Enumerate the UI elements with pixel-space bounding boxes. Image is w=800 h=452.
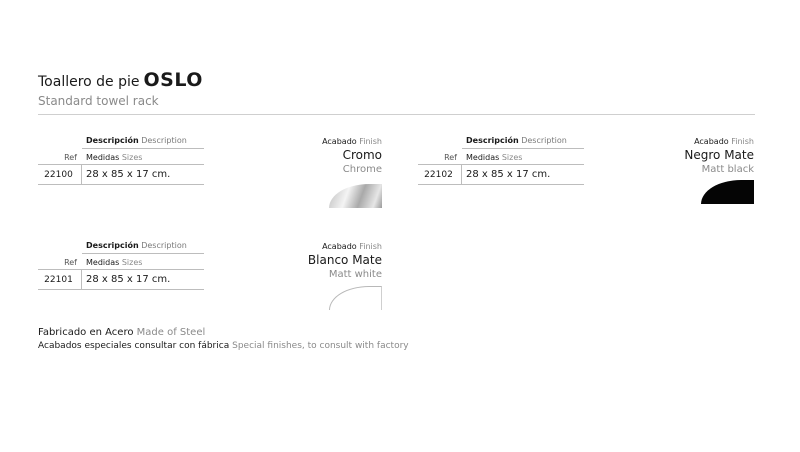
matt-white-swatch [329,286,382,310]
dimensions-value: 28 x 85 x 17 cm. [466,169,551,180]
ref-label: Ref [64,258,77,267]
sizes-label: Medidas Sizes [466,153,523,162]
ref-code: 22100 [44,170,73,180]
finish-name-es: Blanco Mate [307,253,382,267]
finish-name-es: Negro Mate [684,148,754,162]
sizes-label: Medidas Sizes [86,153,143,162]
footer-notes: Fabricado en Acero Made of Steel Acabado… [38,326,409,353]
finish-22100: Acabado Finish Cromo Chrome [262,136,382,176]
description-header: Descripción Description [86,136,187,145]
finish-name-en: Chrome [342,164,382,175]
product-header: Toallero de pie OSLO Standard towel rack [38,70,755,115]
header-divider [38,114,755,115]
matt-black-swatch [701,180,754,204]
finish-label: Acabado Finish [322,137,382,146]
special-finishes-note: Acabados especiales consultar con fábric… [38,341,409,351]
sizes-label: Medidas Sizes [86,258,143,267]
finish-label: Acabado Finish [694,137,754,146]
dimensions-value: 28 x 85 x 17 cm. [86,274,171,285]
finish-label: Acabado Finish [322,242,382,251]
ref-label: Ref [444,153,457,162]
model-name: OSLO [143,69,203,91]
material-note: Fabricado en Acero Made of Steel [38,327,206,338]
finish-22102: Acabado Finish Negro Mate Matt black [634,136,754,176]
dimensions-value: 28 x 85 x 17 cm. [86,169,171,180]
chrome-swatch [329,184,382,208]
ref-label: Ref [64,153,77,162]
finish-name-es: Cromo [342,148,382,162]
finish-name-en: Matt white [328,269,382,280]
finish-22101: Acabado Finish Blanco Mate Matt white [262,241,382,281]
finish-name-en: Matt black [701,164,754,175]
page-subtitle: Standard towel rack [38,94,159,108]
ref-code: 22102 [424,170,453,180]
page-title: Toallero de pie OSLO [38,70,755,92]
ref-code: 22101 [44,275,73,285]
description-header: Descripción Description [86,241,187,250]
description-header: Descripción Description [466,136,567,145]
title-prefix: Toallero de pie [38,74,140,90]
